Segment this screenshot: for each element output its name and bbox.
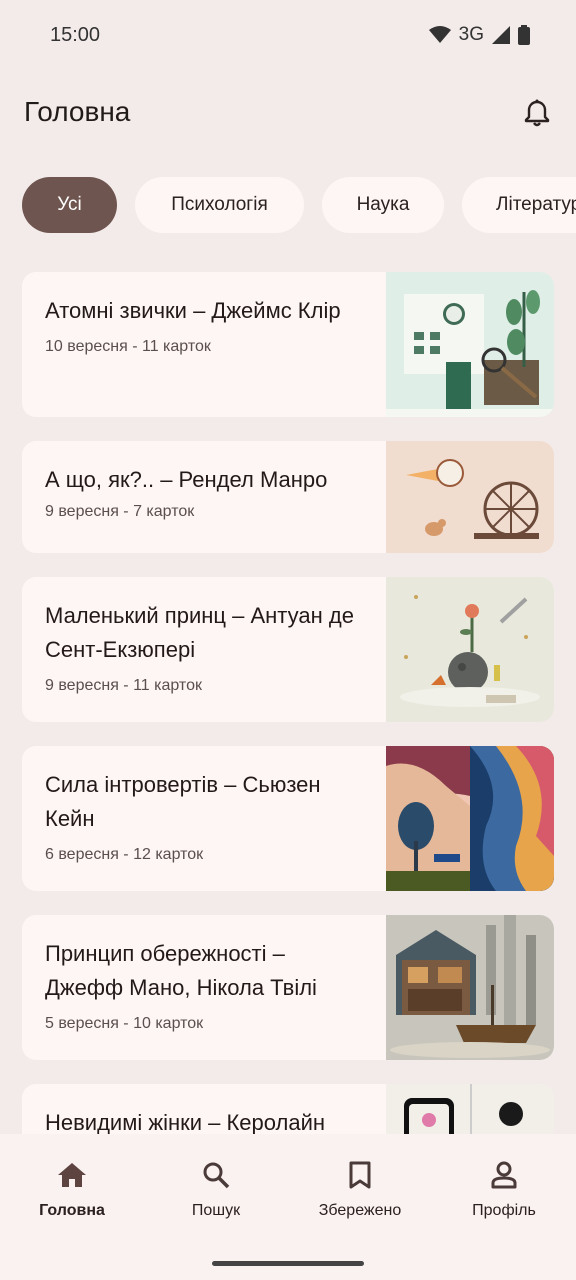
card-title: Сила інтровертів – Сьюзен Кейн xyxy=(45,772,321,831)
card-title: А що, як?.. – Рендел Манро xyxy=(45,467,328,492)
card-text: Маленький принц – Антуан де Сент-Екзюпер… xyxy=(22,577,386,722)
chip-psychology[interactable]: Психологія xyxy=(135,177,304,233)
card-text: Сила інтровертів – Сьюзен Кейн 6 вересня… xyxy=(22,746,386,891)
battery-icon xyxy=(518,25,530,45)
book-card[interactable]: Принцип обережності – Джефф Мано, Нікола… xyxy=(22,915,554,1060)
nav-search[interactable]: Пошук xyxy=(144,1134,288,1280)
status-bar: 15:00 3G xyxy=(0,0,576,72)
home-screen: 15:00 3G Головна Усі Психологія Наука Лі… xyxy=(0,0,576,1280)
card-meta: 6 вересня - 12 карток xyxy=(45,846,204,863)
card-cover-image xyxy=(386,577,554,722)
card-title: Атомні звички – Джеймс Клір xyxy=(45,298,341,323)
page-title: Головна xyxy=(24,96,131,127)
chip-science[interactable]: Наука xyxy=(322,177,444,233)
card-meta: 9 вересня - 7 карток xyxy=(45,503,195,520)
card-text: Атомні звички – Джеймс Клір 10 вересня -… xyxy=(22,272,386,417)
book-card[interactable]: Маленький принц – Антуан де Сент-Екзюпер… xyxy=(22,577,554,722)
card-list: Атомні звички – Джеймс Клір 10 вересня -… xyxy=(22,272,554,1218)
chip-all[interactable]: Усі xyxy=(22,177,117,233)
nav-saved[interactable]: Збережено xyxy=(288,1134,432,1280)
status-icons: 3G xyxy=(428,24,530,46)
card-cover-image xyxy=(386,272,554,417)
book-card[interactable]: Сила інтровертів – Сьюзен Кейн 6 вересня… xyxy=(22,746,554,891)
card-cover-image xyxy=(386,746,554,891)
card-cover-image xyxy=(386,441,554,553)
wifi-icon xyxy=(428,26,451,44)
nav-home[interactable]: Головна xyxy=(0,1134,144,1280)
chip-literature[interactable]: Літератур xyxy=(462,177,576,233)
search-icon xyxy=(199,1158,233,1192)
card-meta: 5 вересня - 10 карток xyxy=(45,1015,204,1032)
nav-label: Профіль xyxy=(472,1202,536,1219)
notifications-button[interactable] xyxy=(520,98,554,132)
status-time: 15:00 xyxy=(50,24,101,46)
bell-icon xyxy=(524,99,550,132)
card-cover-image xyxy=(386,915,554,1060)
card-title: Маленький принц – Антуан де Сент-Екзюпер… xyxy=(45,603,354,662)
card-meta: 9 вересня - 11 карток xyxy=(45,677,202,694)
nav-label: Збережено xyxy=(318,1202,402,1219)
bottom-navigation: Головна Пошук Збережено Профіль xyxy=(0,1134,576,1280)
card-text: Принцип обережності – Джефф Мано, Нікола… xyxy=(22,915,386,1060)
network-type: 3G xyxy=(458,24,484,45)
nav-label: Пошук xyxy=(191,1202,241,1219)
book-card[interactable]: Атомні звички – Джеймс Клір 10 вересня -… xyxy=(22,272,554,417)
filter-chips: Усі Психологія Наука Літератур xyxy=(22,177,576,233)
card-meta: 10 вересня - 11 карток xyxy=(45,338,211,355)
nav-profile[interactable]: Профіль xyxy=(432,1134,576,1280)
person-icon xyxy=(487,1158,521,1192)
home-icon xyxy=(55,1158,89,1192)
home-indicator[interactable] xyxy=(212,1261,364,1266)
book-card[interactable]: А що, як?.. – Рендел Манро 9 вересня - 7… xyxy=(22,441,554,553)
card-title: Принцип обережності – Джефф Мано, Нікола… xyxy=(45,941,317,1000)
card-text: А що, як?.. – Рендел Манро 9 вересня - 7… xyxy=(22,441,386,553)
bookmark-icon xyxy=(343,1158,377,1192)
nav-label: Головна xyxy=(39,1202,105,1219)
signal-icon xyxy=(492,26,510,44)
